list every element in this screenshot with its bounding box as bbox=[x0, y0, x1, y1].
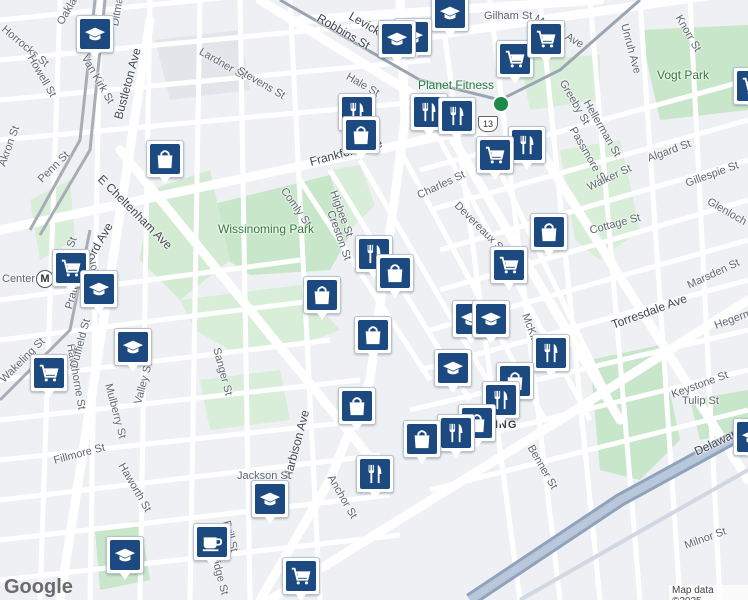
cart-pin[interactable] bbox=[30, 354, 68, 398]
school-icon bbox=[118, 332, 148, 362]
cart-icon bbox=[737, 71, 748, 101]
cart-icon bbox=[480, 140, 510, 170]
bag-icon bbox=[407, 424, 437, 454]
school-icon bbox=[435, 0, 465, 28]
school-icon bbox=[110, 540, 140, 570]
dining-icon bbox=[360, 459, 390, 489]
cafe-icon bbox=[197, 527, 227, 557]
bag-pin[interactable] bbox=[376, 254, 414, 298]
dining-pin[interactable] bbox=[437, 414, 475, 458]
bag-pin[interactable] bbox=[342, 116, 380, 160]
cart-pin[interactable] bbox=[282, 557, 320, 600]
bag-pin[interactable] bbox=[338, 387, 376, 431]
cart-pin[interactable] bbox=[527, 20, 565, 64]
map-canvas[interactable]: Robbins StLevick StMagee AveGilham StHor… bbox=[0, 0, 748, 600]
bag-icon bbox=[346, 120, 376, 150]
bag-pin[interactable] bbox=[354, 316, 392, 360]
school-icon bbox=[737, 422, 748, 452]
fitness-poi-icon[interactable] bbox=[492, 95, 510, 113]
school-icon bbox=[80, 19, 110, 49]
cart-icon bbox=[500, 44, 530, 74]
cart-pin[interactable] bbox=[476, 136, 514, 180]
school-pin[interactable] bbox=[80, 270, 118, 314]
dining-icon bbox=[536, 338, 566, 368]
bag-pin[interactable] bbox=[403, 420, 441, 464]
cart-pin[interactable] bbox=[490, 246, 528, 290]
school-pin[interactable] bbox=[378, 20, 416, 64]
map-attribution: Map data ©2025 bbox=[669, 585, 748, 600]
school-pin[interactable] bbox=[76, 15, 114, 59]
bag-pin[interactable] bbox=[303, 276, 341, 320]
dining-pin[interactable] bbox=[532, 334, 570, 378]
dining-icon bbox=[441, 418, 471, 448]
dining-pin[interactable] bbox=[356, 455, 394, 499]
cart-icon bbox=[531, 24, 561, 54]
bag-pin[interactable] bbox=[146, 140, 184, 184]
google-logo: Google bbox=[4, 576, 73, 598]
school-pin[interactable] bbox=[106, 536, 144, 580]
school-pin[interactable] bbox=[733, 418, 748, 462]
bag-icon bbox=[380, 258, 410, 288]
bag-icon bbox=[307, 280, 337, 310]
bag-pin[interactable] bbox=[530, 213, 568, 257]
bag-icon bbox=[150, 144, 180, 174]
school-pin[interactable] bbox=[434, 349, 472, 393]
school-pin[interactable] bbox=[472, 300, 510, 344]
cafe-pin[interactable] bbox=[193, 523, 231, 567]
cart-icon bbox=[286, 561, 316, 591]
school-pin[interactable] bbox=[251, 480, 289, 524]
school-pin[interactable] bbox=[431, 0, 469, 38]
cart-icon bbox=[494, 250, 524, 280]
school-pin[interactable] bbox=[114, 328, 152, 372]
school-icon bbox=[255, 484, 285, 514]
dining-icon bbox=[512, 130, 542, 160]
route-13-shield: 13 bbox=[478, 116, 498, 132]
dining-icon bbox=[442, 101, 472, 131]
cart-icon bbox=[34, 358, 64, 388]
school-icon bbox=[84, 274, 114, 304]
bag-icon bbox=[534, 217, 564, 247]
cart-pin[interactable] bbox=[733, 67, 748, 111]
school-icon bbox=[476, 304, 506, 334]
dining-pin[interactable] bbox=[438, 97, 476, 141]
school-icon bbox=[382, 24, 412, 54]
school-icon bbox=[438, 353, 468, 383]
bag-icon bbox=[358, 320, 388, 350]
bag-icon bbox=[342, 391, 372, 421]
